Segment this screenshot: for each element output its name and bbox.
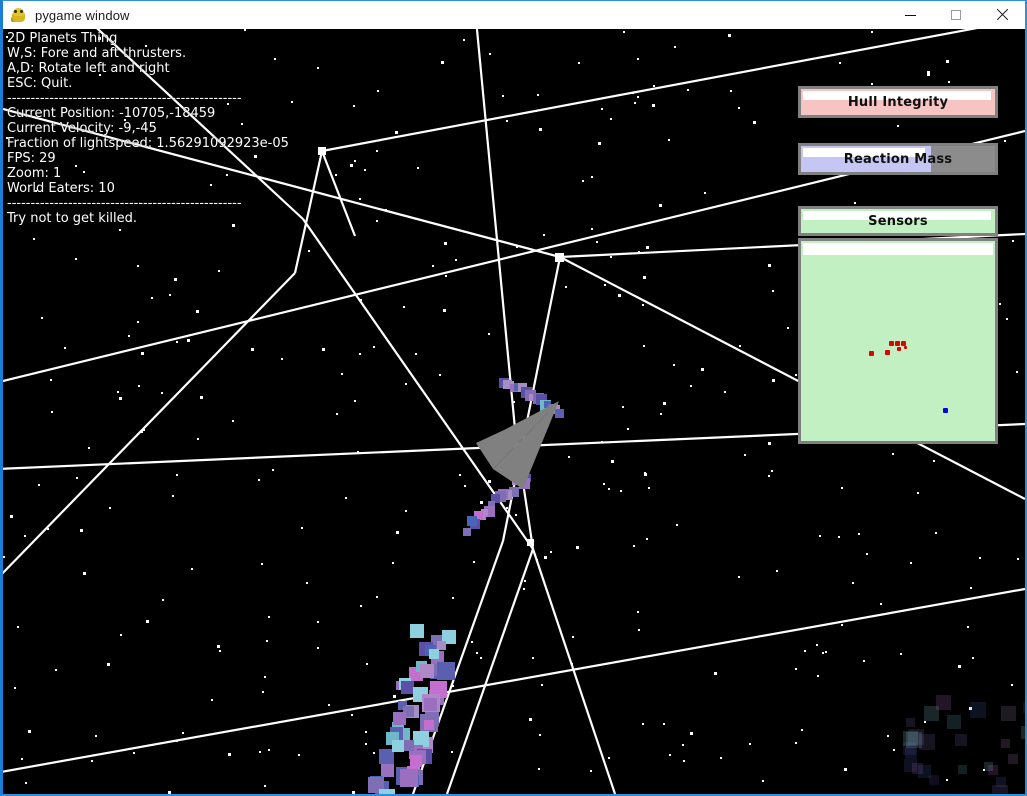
hud-stat-world-eaters: World Eaters: 10 <box>7 181 115 196</box>
hud-divider-bottom: ----------------------------------------… <box>7 196 242 211</box>
radar-blip-hostile <box>897 347 901 351</box>
hud-stat-zoom: Zoom: 1 <box>7 166 62 181</box>
player-ship <box>476 401 559 469</box>
radar-top-strip <box>803 243 993 255</box>
radar-blip-hostile <box>904 346 907 349</box>
pygame-window: pygame window 2D Planets Thing W,S: Fore… <box>0 0 1027 796</box>
hud-stat-velocity: Current Velocity: -9,-45 <box>7 121 157 136</box>
pygame-snake-icon <box>11 7 27 23</box>
reaction-gauge-label: Reaction Mass <box>843 151 953 167</box>
hud-stat-lightspeed: Fraction of lightspeed: 1.56291092923e-0… <box>7 136 289 151</box>
reaction-bar-track: Reaction Mass <box>801 146 995 172</box>
close-button[interactable] <box>979 1 1025 29</box>
radar-blip-hostile <box>889 341 894 346</box>
window-controls <box>887 1 1025 29</box>
hud-stat-position: Current Position: -10705,-18459 <box>7 106 216 121</box>
hull-gauge-label: Hull Integrity <box>847 94 949 110</box>
sensors-bar-track: Sensors <box>801 209 995 233</box>
hull-bar-track: Hull Integrity <box>801 89 995 115</box>
sensors-gauge-label: Sensors <box>868 213 928 229</box>
close-icon <box>996 9 1008 21</box>
hud-control-thrusters: W,S: Fore and aft thrusters. <box>7 46 187 61</box>
radar-blip-hostile <box>885 350 890 355</box>
radar-blip-hostile <box>895 341 900 346</box>
player-ship-aft <box>493 401 559 489</box>
hud-overlay: 2D Planets Thing W,S: Fore and aft thrus… <box>7 31 289 226</box>
hud-stat-fps: FPS: 29 <box>7 151 56 166</box>
radar-blip-friendly <box>943 408 948 413</box>
radar-blip-hostile <box>869 351 874 356</box>
hud-divider-top: ----------------------------------------… <box>7 91 242 106</box>
minimize-button[interactable] <box>887 1 933 29</box>
hud-control-rotate: A,D: Rotate left and right <box>7 61 170 76</box>
maximize-icon <box>951 10 961 20</box>
hud-footer: Try not to get killed. <box>7 211 138 226</box>
reaction-mass-gauge[interactable]: Reaction Mass <box>798 143 998 175</box>
game-canvas[interactable]: 2D Planets Thing W,S: Fore and aft thrus… <box>3 29 1025 794</box>
window-title: pygame window <box>35 7 130 23</box>
window-titlebar[interactable]: pygame window <box>3 1 1025 29</box>
sensors-header-gauge[interactable]: Sensors <box>798 206 998 236</box>
hull-integrity-gauge[interactable]: Hull Integrity <box>798 86 998 118</box>
hud-control-quit: ESC: Quit. <box>7 76 73 91</box>
hud-game-title: 2D Planets Thing <box>7 31 118 46</box>
minimize-icon <box>904 14 916 16</box>
sensor-radar-panel[interactable] <box>798 238 998 444</box>
maximize-button[interactable] <box>933 1 979 29</box>
sensor-radar-display[interactable] <box>801 241 995 441</box>
